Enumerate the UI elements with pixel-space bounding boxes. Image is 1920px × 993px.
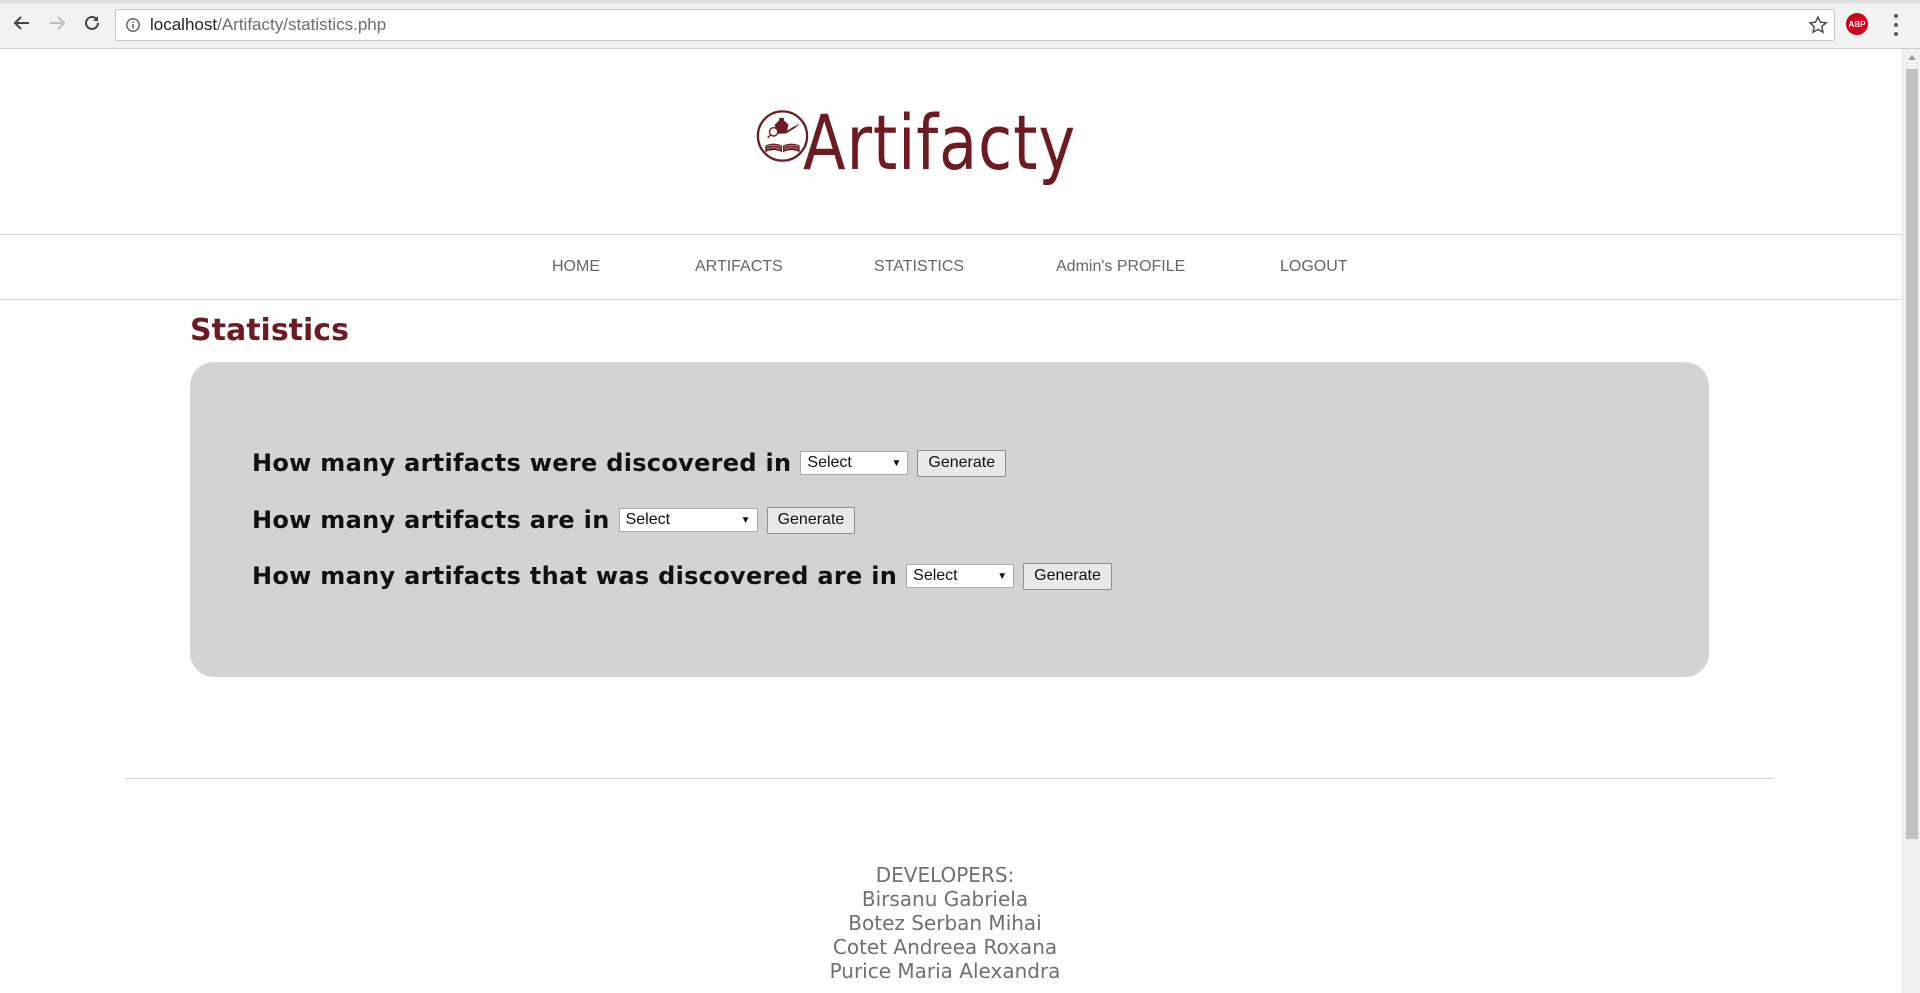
- forward-arrow-icon: [50, 16, 66, 30]
- back-button[interactable]: [11, 12, 33, 34]
- generate-button[interactable]: Generate: [766, 506, 856, 534]
- back-arrow-icon: [13, 16, 29, 30]
- location-select[interactable]: Select ▼: [618, 508, 758, 532]
- info-icon[interactable]: [124, 16, 142, 34]
- site-footer: DEVELOPERS: Birsanu Gabriela Botez Serba…: [0, 863, 1890, 983]
- forward-button[interactable]: [46, 12, 68, 34]
- generate-button[interactable]: Generate: [1023, 562, 1112, 590]
- nav-item-statistics[interactable]: STATISTICS: [874, 258, 964, 276]
- browser-toolbar: localhost/Artifacty/statistics.php ABP: [0, 0, 1920, 49]
- scrollbar-thumb[interactable]: [1906, 69, 1918, 839]
- reload-icon: [85, 15, 99, 30]
- footer-divider: [125, 778, 1774, 779]
- site-logo[interactable]: Artifacty: [756, 71, 1136, 201]
- developer-name: Purice Maria Alexandra: [829, 959, 1061, 983]
- nav-item-home[interactable]: HOME: [552, 258, 600, 276]
- url-path: /Artifacty/statistics.php: [217, 15, 387, 34]
- url-text: localhost/Artifacty/statistics.php: [150, 15, 386, 35]
- main-navigation: HOME ARTIFACTS STATISTICS Admin's PROFIL…: [0, 236, 1902, 300]
- developer-name: Birsanu Gabriela: [861, 887, 1029, 911]
- generate-button[interactable]: Generate: [917, 449, 1007, 477]
- year-select[interactable]: Select ▼: [800, 451, 909, 475]
- page-viewport: Artifacty HOME ARTIFACTS STATISTICS Admi…: [0, 49, 1902, 993]
- developers-heading: DEVELOPERS:: [875, 863, 1015, 887]
- question-row: How many artifacts are in Select ▼ Gener…: [252, 506, 856, 534]
- tab-strip: [0, 0, 1920, 3]
- question-row: How many artifacts that was discovered a…: [252, 562, 1112, 590]
- question-label: How many artifacts that was discovered a…: [252, 562, 898, 590]
- reload-button[interactable]: [81, 12, 103, 34]
- developer-name: Cotet Andreea Roxana: [832, 935, 1058, 959]
- select-value: Select: [807, 454, 852, 471]
- select-value: Select: [913, 567, 958, 584]
- question-row: How many artifacts were discovered in Se…: [252, 449, 1007, 477]
- page-title: Statistics: [190, 313, 349, 348]
- dropdown-arrow-icon: ▼: [891, 457, 902, 469]
- scroll-up-arrow-icon[interactable]: [1908, 55, 1916, 60]
- nav-item-admin-profile[interactable]: Admin's PROFILE: [1056, 258, 1185, 276]
- developer-name: Botez Serban Mihai: [848, 911, 1042, 935]
- address-bar[interactable]: localhost/Artifacty/statistics.php: [115, 9, 1835, 41]
- site-header: Artifacty: [0, 49, 1902, 235]
- page-scrollbar[interactable]: [1902, 49, 1920, 993]
- nav-item-logout[interactable]: LOGOUT: [1280, 258, 1348, 276]
- artifact-emblem-icon: [756, 110, 809, 162]
- bookmark-star-icon[interactable]: [1808, 15, 1828, 35]
- question-label: How many artifacts are in: [252, 506, 610, 534]
- adblock-extension-icon[interactable]: ABP: [1846, 13, 1868, 35]
- dropdown-arrow-icon: ▼: [740, 514, 751, 526]
- url-host: localhost: [150, 15, 218, 34]
- browser-menu-icon[interactable]: [1890, 14, 1902, 36]
- discovered-location-select[interactable]: Select ▼: [906, 564, 1015, 588]
- question-label: How many artifacts were discovered in: [252, 449, 792, 477]
- site-brand-name: Artifacty: [802, 97, 1077, 187]
- select-value: Select: [625, 511, 671, 528]
- nav-item-artifacts[interactable]: ARTIFACTS: [695, 258, 783, 276]
- statistics-panel: How many artifacts were discovered in Se…: [190, 362, 1709, 677]
- dropdown-arrow-icon: ▼: [997, 570, 1008, 582]
